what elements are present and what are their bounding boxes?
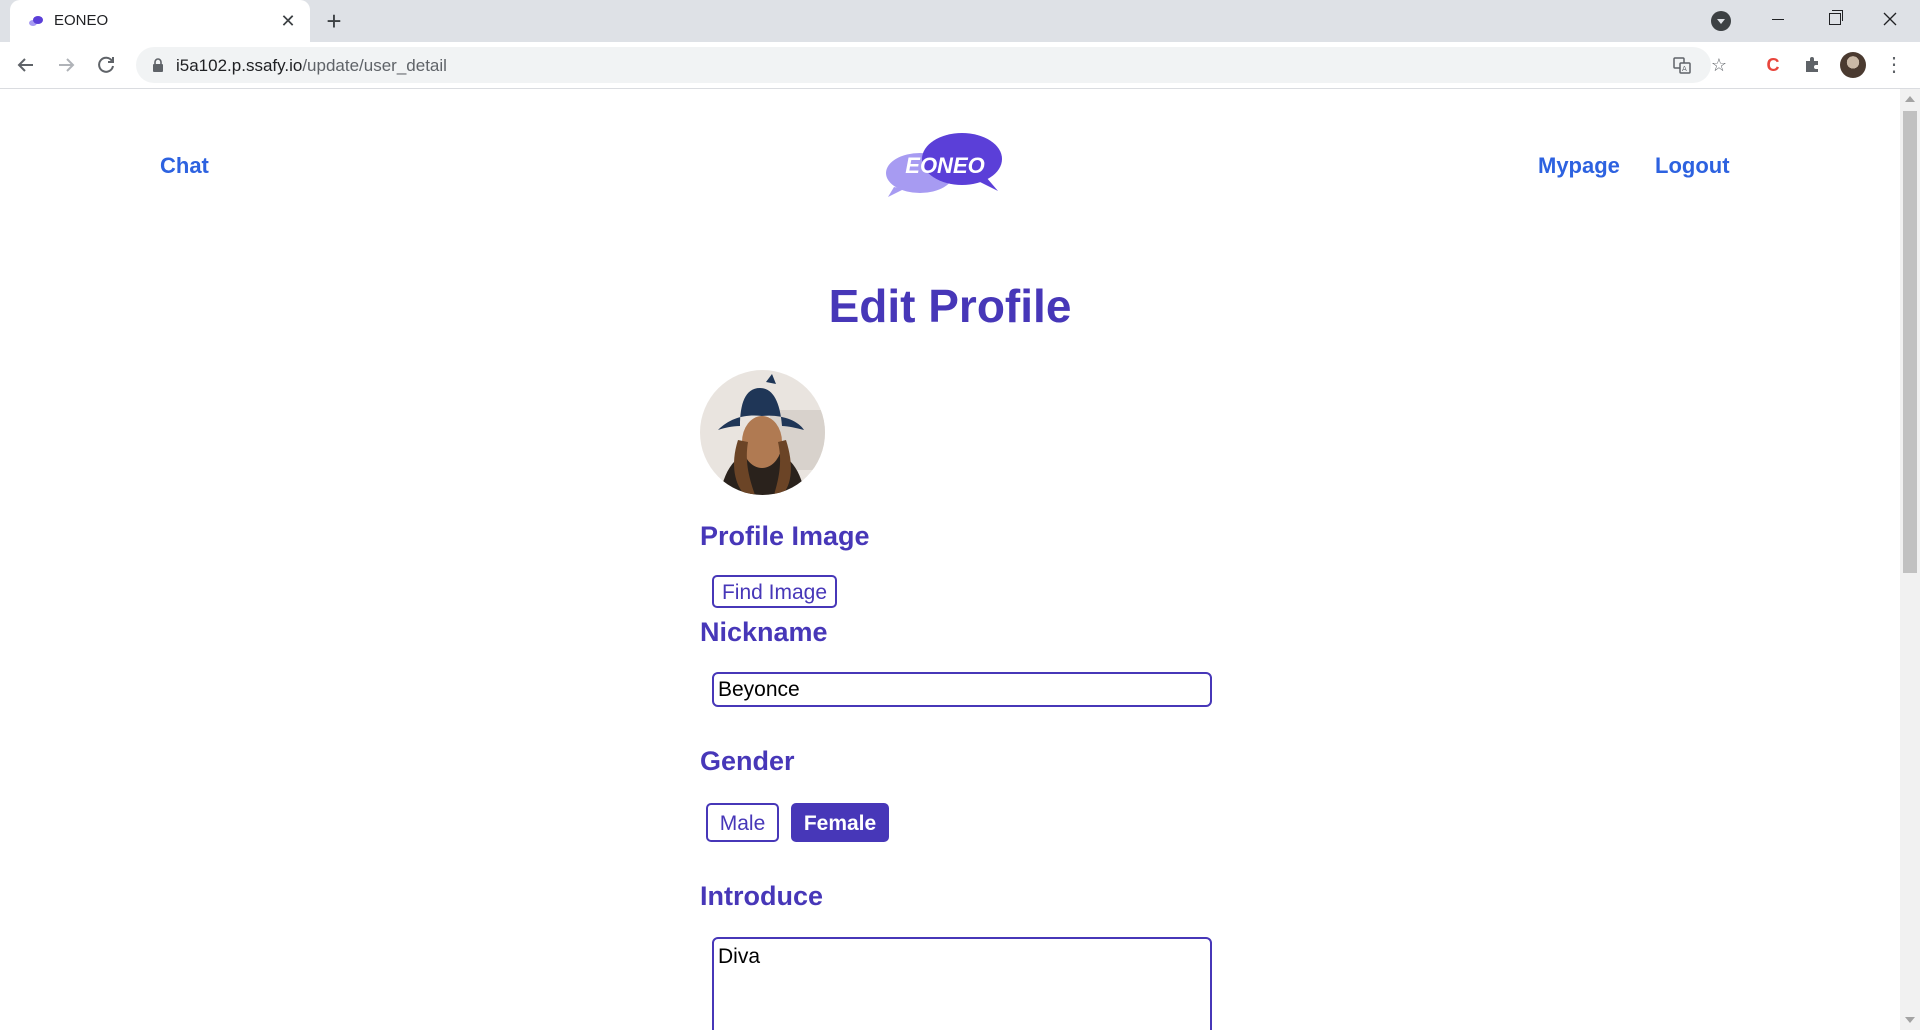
nickname-input[interactable]	[712, 672, 1212, 707]
scroll-thumb[interactable]	[1903, 111, 1917, 573]
url-path: /update/user_detail	[302, 56, 447, 75]
nickname-label: Nickname	[700, 617, 828, 647]
reload-icon[interactable]	[92, 51, 120, 79]
window-close-button[interactable]	[1862, 0, 1918, 40]
scroll-up-arrow-icon[interactable]	[1905, 96, 1915, 102]
introduce-textarea[interactable]: Diva	[712, 937, 1212, 1030]
back-arrow-icon[interactable]	[12, 51, 40, 79]
url-text[interactable]: i5a102.p.ssafy.io/update/user_detail	[176, 56, 447, 76]
page-viewport: Chat EONEO Mypage Logout Edit Profile Pr…	[0, 89, 1900, 1030]
page-scrollbar[interactable]	[1900, 89, 1920, 1030]
profile-photo	[700, 370, 825, 495]
profile-avatar[interactable]	[1840, 52, 1866, 78]
extension-c-icon[interactable]: C	[1762, 54, 1784, 76]
puzzle-icon[interactable]	[1802, 54, 1824, 76]
gender-label: Gender	[700, 746, 795, 776]
nav-logout-link[interactable]: Logout	[1655, 153, 1730, 179]
svg-text:A: A	[1682, 65, 1687, 73]
url-host: i5a102.p.ssafy.io	[176, 56, 303, 75]
tab-title: EONEO	[54, 12, 109, 29]
gender-female-button[interactable]: Female	[791, 803, 889, 842]
forward-arrow-icon[interactable]	[52, 51, 80, 79]
star-icon[interactable]: ☆	[1709, 55, 1729, 75]
profile-image-label: Profile Image	[700, 521, 870, 551]
nav-chat-link[interactable]: Chat	[160, 153, 209, 179]
close-icon	[1883, 12, 1897, 26]
svg-text:EONEO: EONEO	[905, 153, 984, 178]
close-icon[interactable]: ✕	[278, 11, 298, 31]
nav-mypage-link[interactable]: Mypage	[1538, 153, 1620, 179]
kebab-menu-icon[interactable]: ⋮	[1884, 54, 1904, 76]
find-image-button[interactable]: Find Image	[712, 575, 837, 608]
browser-tabstrip: EONEO ✕ +	[0, 0, 1920, 42]
browser-toolbar: i5a102.p.ssafy.io/update/user_detail A ☆…	[0, 42, 1920, 89]
gender-male-button[interactable]: Male	[706, 803, 779, 842]
lock-icon[interactable]	[152, 58, 164, 72]
tab-search-button[interactable]	[1711, 11, 1731, 31]
eoneo-logo[interactable]: EONEO	[882, 129, 1004, 199]
browser-tab[interactable]: EONEO ✕	[10, 0, 310, 42]
plus-icon[interactable]: +	[322, 8, 346, 34]
introduce-label: Introduce	[700, 881, 824, 911]
translate-icon[interactable]: A	[1672, 55, 1692, 75]
scroll-down-arrow-icon[interactable]	[1905, 1017, 1915, 1023]
address-bar[interactable]: i5a102.p.ssafy.io/update/user_detail A ☆	[136, 47, 1727, 83]
minimize-button[interactable]	[1750, 0, 1806, 40]
restore-button[interactable]	[1806, 0, 1862, 40]
page-title: Edit Profile	[828, 280, 1072, 332]
eoneo-favicon-icon	[29, 16, 43, 26]
